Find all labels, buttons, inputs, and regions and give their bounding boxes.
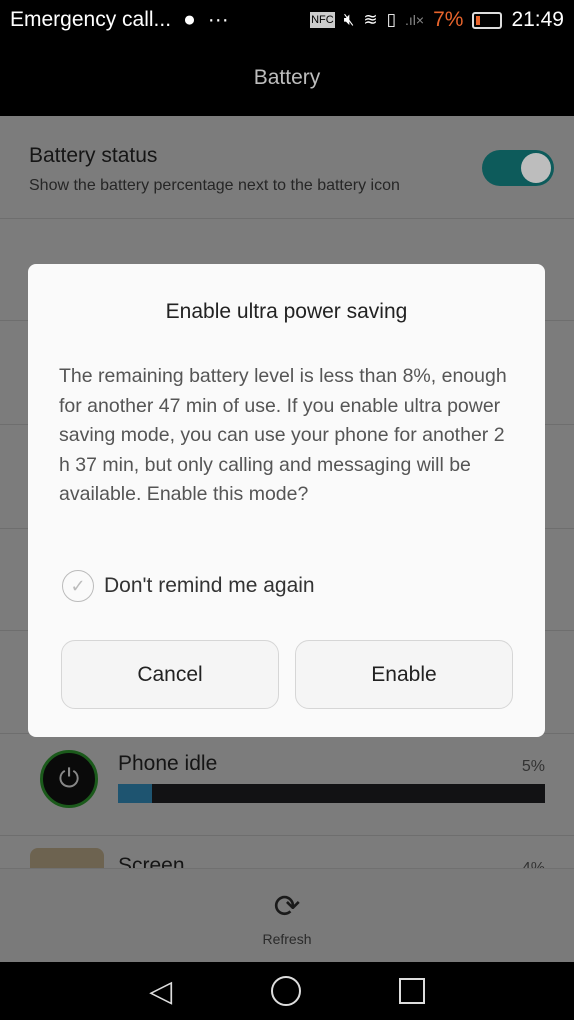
setting-subtitle: Show the battery percentage next to the … — [29, 177, 400, 194]
navigation-bar: ◁ — [0, 962, 574, 1020]
enable-button[interactable]: Enable — [295, 640, 513, 709]
bottom-bar: ⟳ Refresh — [0, 868, 574, 962]
refresh-label: Refresh — [262, 931, 312, 947]
battery-percent: 7% — [433, 8, 464, 31]
battery-icon — [472, 11, 503, 29]
clock: 21:49 — [511, 8, 564, 31]
setting-title: Battery status — [29, 144, 158, 167]
usage-bar — [118, 784, 545, 803]
notification-text: Emergency call... — [10, 8, 172, 31]
signal-icon: .ıl× — [405, 12, 425, 28]
nfc-icon: NFC — [310, 12, 335, 28]
sim-icon: ▯ — [386, 10, 396, 29]
home-icon[interactable] — [270, 976, 301, 1006]
battery-status-setting[interactable]: Battery status Show the battery percenta… — [0, 116, 574, 219]
cancel-button[interactable]: Cancel — [61, 640, 279, 709]
more-notifications-icon: ··· — [207, 8, 229, 31]
refresh-icon: ⟳ — [273, 888, 301, 924]
dialog-title: Enable ultra power saving — [165, 300, 408, 323]
wifi-icon: ≋ — [363, 10, 378, 29]
back-icon[interactable]: ◁ — [149, 974, 172, 1009]
battery-status-toggle[interactable] — [482, 150, 554, 186]
status-bar: Emergency call... ● ··· NFC 🔇︎ ≋ ▯ .ıl× … — [0, 0, 574, 40]
ultra-power-saving-dialog: Enable ultra power saving The remaining … — [28, 264, 545, 737]
checkmark-icon: ✓ — [62, 570, 94, 602]
recents-icon[interactable] — [398, 978, 425, 1004]
dont-remind-checkbox[interactable]: ✓ Don't remind me again — [62, 570, 315, 602]
checkbox-label: Don't remind me again — [104, 574, 315, 597]
dialog-message: The remaining battery level is less than… — [59, 365, 507, 505]
page-title: Battery — [0, 40, 574, 116]
usage-percent: 5% — [521, 758, 545, 775]
usage-bar-fill — [118, 784, 153, 803]
refresh-button[interactable]: ⟳ Refresh — [247, 887, 327, 947]
power-icon: ⏻ — [40, 750, 98, 808]
usage-name: Phone idle — [118, 752, 218, 775]
hangouts-icon: ● — [183, 8, 196, 31]
mute-icon: 🔇︎ — [343, 10, 355, 29]
